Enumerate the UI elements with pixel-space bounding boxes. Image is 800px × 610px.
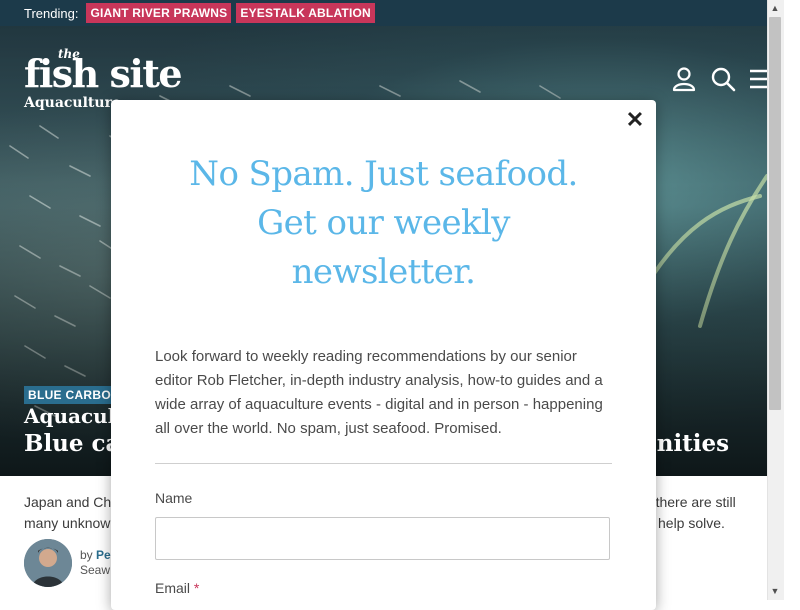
byline-prefix: by [80,548,97,562]
author-avatar[interactable] [24,539,72,587]
user-icon[interactable] [671,66,697,92]
article-summary-left: Japan and Chi many unknow [24,492,114,534]
author-organization: Seaw [80,563,111,577]
scroll-down-arrow-icon[interactable]: ▼ [769,585,781,597]
scroll-up-arrow-icon[interactable]: ▲ [769,2,781,14]
email-field-label: Email * [155,580,199,596]
site-logo[interactable]: fish site [24,52,183,96]
summary-line: Japan and Chi [24,494,115,510]
modal-description: Look forward to weekly reading recommend… [155,348,603,437]
avatar-image [24,539,72,587]
scrollbar-thumb[interactable] [769,17,781,410]
summary-line: many unknow [24,515,111,531]
hero-kicker[interactable]: Aquacult [24,404,125,428]
modal-divider [155,463,612,464]
modal-title-line: Get our weekly [257,203,510,243]
search-icon[interactable] [710,66,736,92]
newsletter-modal: ✕ No Spam. Just seafood. Get our weekly … [111,100,656,610]
email-label-text: Email [155,580,191,596]
name-field-label: Name [155,490,193,506]
modal-title-line: No Spam. Just seafood. [189,154,578,194]
trending-label: Trending: [24,5,79,21]
trending-tag-giant-river-prawns[interactable]: GIANT RIVER PRAWNS [86,3,232,23]
category-badge[interactable]: BLUE CARBON [24,386,124,404]
trending-bar: Trending: GIANT RIVER PRAWNS EYESTALK AB… [0,0,767,26]
author-byline: by Pe [80,548,111,562]
modal-title-line: newsletter. [291,252,476,292]
author-name-link[interactable]: Pe [96,548,111,562]
logo-tagline: Aquaculture [24,95,121,111]
required-marker: * [193,580,200,596]
modal-title: No Spam. Just seafood. Get our weekly ne… [151,150,616,297]
close-icon[interactable]: ✕ [624,108,646,132]
menu-icon[interactable] [749,66,767,92]
trending-tag-eyestalk-ablation[interactable]: EYESTALK ABLATION [236,3,375,23]
window-edge [784,0,800,600]
name-input[interactable] [155,517,610,560]
